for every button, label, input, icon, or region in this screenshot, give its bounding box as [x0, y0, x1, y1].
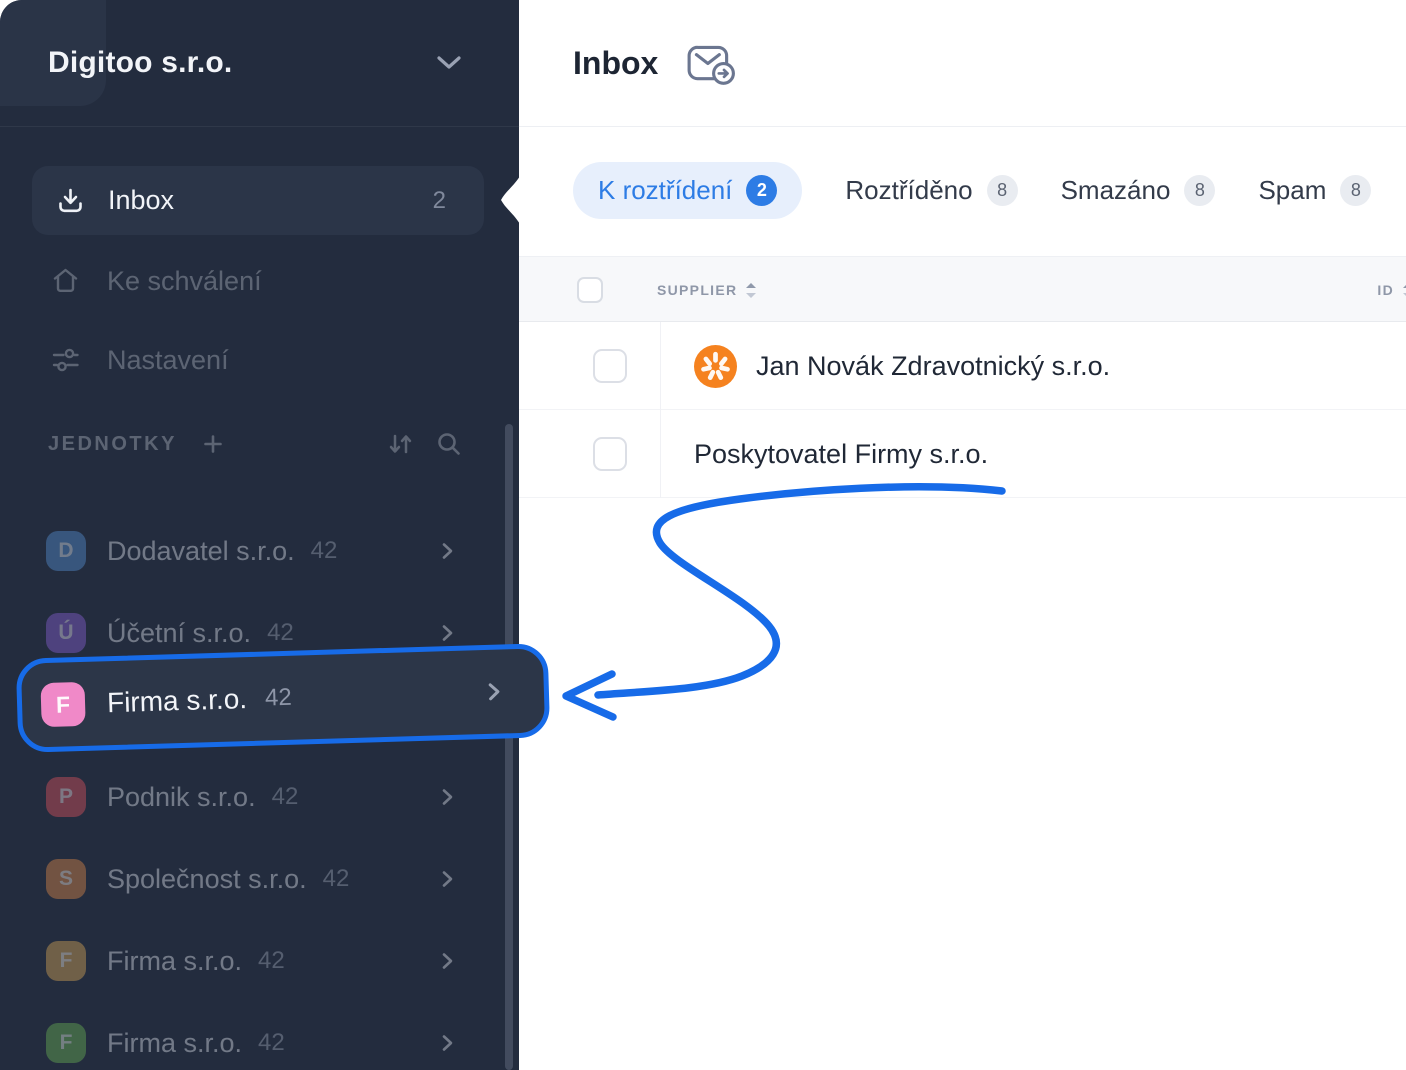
- tab-roztrideno[interactable]: Roztříděno 8: [845, 162, 1017, 219]
- chevron-right-icon: [440, 1033, 455, 1053]
- unit-name: Firma s.r.o.: [107, 1028, 242, 1059]
- sort-units-icon[interactable]: [387, 431, 414, 457]
- sidebar-item-inbox[interactable]: Inbox 2: [32, 166, 484, 235]
- table-row[interactable]: Jan Novák Zdravotnický s.r.o.: [519, 322, 1406, 410]
- app-window: Digitoo s.r.o. Inbox 2 Ke schválení: [0, 0, 1406, 1070]
- unit-count: 42: [258, 1029, 285, 1057]
- highlighted-unit-firma[interactable]: F Firma s.r.o. 42: [16, 643, 551, 753]
- tab-label: Roztříděno: [845, 175, 972, 206]
- unit-item-spolecnost[interactable]: S Společnost s.r.o. 42: [0, 849, 519, 909]
- tab-label: Smazáno: [1061, 175, 1171, 206]
- unit-avatar: P: [46, 777, 86, 817]
- tab-count-badge: 2: [746, 175, 777, 206]
- supplier-name: Poskytovatel Firmy s.r.o.: [694, 439, 988, 470]
- unit-count: 42: [267, 619, 294, 647]
- column-label: SUPPLIER: [657, 282, 737, 298]
- chevron-right-icon: [440, 951, 455, 971]
- table-row[interactable]: Poskytovatel Firmy s.r.o.: [519, 410, 1406, 498]
- unit-count: 42: [258, 947, 285, 975]
- main-panel: Inbox K roztřídení 2 Roztříděno 8 Smaz: [519, 0, 1406, 1070]
- mail-forward-icon[interactable]: [686, 40, 736, 86]
- unit-count: 42: [272, 783, 299, 811]
- sidebar-scrollbar[interactable]: [505, 424, 513, 1070]
- workspace-name: Digitoo s.r.o.: [48, 46, 232, 80]
- units-section-header: JEDNOTKY: [0, 425, 519, 463]
- chevron-right-icon: [440, 787, 455, 807]
- column-label: ID: [1377, 282, 1394, 298]
- workspace-switcher[interactable]: Digitoo s.r.o.: [0, 0, 519, 127]
- page-title: Inbox: [573, 45, 658, 82]
- tab-label: Spam: [1258, 175, 1326, 206]
- processing-spinner-icon: [694, 345, 737, 388]
- tab-spam[interactable]: Spam 8: [1258, 162, 1371, 219]
- sidebar: Digitoo s.r.o. Inbox 2 Ke schválení: [0, 0, 519, 1070]
- unit-avatar: D: [46, 531, 86, 571]
- sidebar-item-nastaveni[interactable]: Nastavení: [0, 332, 519, 388]
- unit-name: Firma s.r.o.: [107, 946, 242, 977]
- unit-avatar: F: [46, 941, 86, 981]
- unit-name: Společnost s.r.o.: [107, 864, 307, 895]
- unit-count: 42: [265, 684, 293, 713]
- unit-avatar: Ú: [46, 613, 86, 653]
- add-unit-icon[interactable]: [201, 432, 225, 456]
- table-header: SUPPLIER ID: [519, 256, 1406, 322]
- tab-smazano[interactable]: Smazáno 8: [1061, 162, 1216, 219]
- unit-avatar: F: [46, 1023, 86, 1063]
- sidebar-item-label: Nastavení: [107, 345, 229, 376]
- main-header: Inbox: [519, 0, 1406, 127]
- unit-name: Dodavatel s.r.o.: [107, 536, 295, 567]
- tab-k-roztrideni[interactable]: K roztřídení 2: [573, 162, 802, 219]
- row-checkbox[interactable]: [593, 437, 627, 471]
- unit-name: Podnik s.r.o.: [107, 782, 256, 813]
- chevron-right-icon: [440, 869, 455, 889]
- chevron-right-icon: [486, 681, 503, 703]
- unit-name: Účetní s.r.o.: [107, 618, 251, 649]
- sidebar-item-label: Ke schválení: [107, 266, 262, 297]
- inbox-count-badge: 2: [433, 187, 446, 215]
- supplier-name: Jan Novák Zdravotnický s.r.o.: [756, 351, 1110, 382]
- column-header-id[interactable]: ID: [1377, 257, 1398, 322]
- units-section-title: JEDNOTKY: [48, 433, 177, 456]
- tab-count-badge: 8: [1184, 175, 1215, 206]
- chevron-right-icon: [440, 623, 455, 643]
- chevron-down-icon: [436, 55, 462, 71]
- row-checkbox[interactable]: [593, 349, 627, 383]
- inbox-download-icon: [55, 186, 86, 216]
- unit-item-dodavatel[interactable]: D Dodavatel s.r.o. 42: [0, 521, 519, 581]
- chevron-right-icon: [440, 541, 455, 561]
- unit-item-firma-3[interactable]: F Firma s.r.o. 42: [0, 1013, 519, 1070]
- sidebar-item-label: Inbox: [108, 185, 174, 216]
- panel-pointer-notch: [501, 176, 520, 224]
- unit-name: Firma s.r.o.: [107, 683, 248, 719]
- column-divider: [660, 322, 661, 498]
- sidebar-item-ke-schvaleni[interactable]: Ke schválení: [0, 253, 519, 309]
- sliders-icon: [50, 345, 81, 375]
- unit-count: 42: [323, 865, 350, 893]
- tab-count-badge: 8: [1340, 175, 1371, 206]
- unit-item-podnik[interactable]: P Podnik s.r.o. 42: [0, 767, 519, 827]
- unit-avatar: S: [46, 859, 86, 899]
- select-all-checkbox[interactable]: [577, 277, 603, 303]
- search-units-icon[interactable]: [436, 431, 462, 457]
- unit-count: 42: [311, 537, 338, 565]
- sort-icon: [745, 282, 757, 299]
- tab-label: K roztřídení: [598, 175, 732, 206]
- inbox-tabs: K roztřídení 2 Roztříděno 8 Smazáno 8 Sp…: [573, 157, 1371, 223]
- sort-icon: [1402, 282, 1406, 299]
- column-header-supplier[interactable]: SUPPLIER: [657, 257, 757, 322]
- unit-avatar: F: [40, 682, 85, 727]
- unit-item-firma-2[interactable]: F Firma s.r.o. 42: [0, 931, 519, 991]
- tab-count-badge: 8: [987, 175, 1018, 206]
- home-icon: [50, 266, 81, 296]
